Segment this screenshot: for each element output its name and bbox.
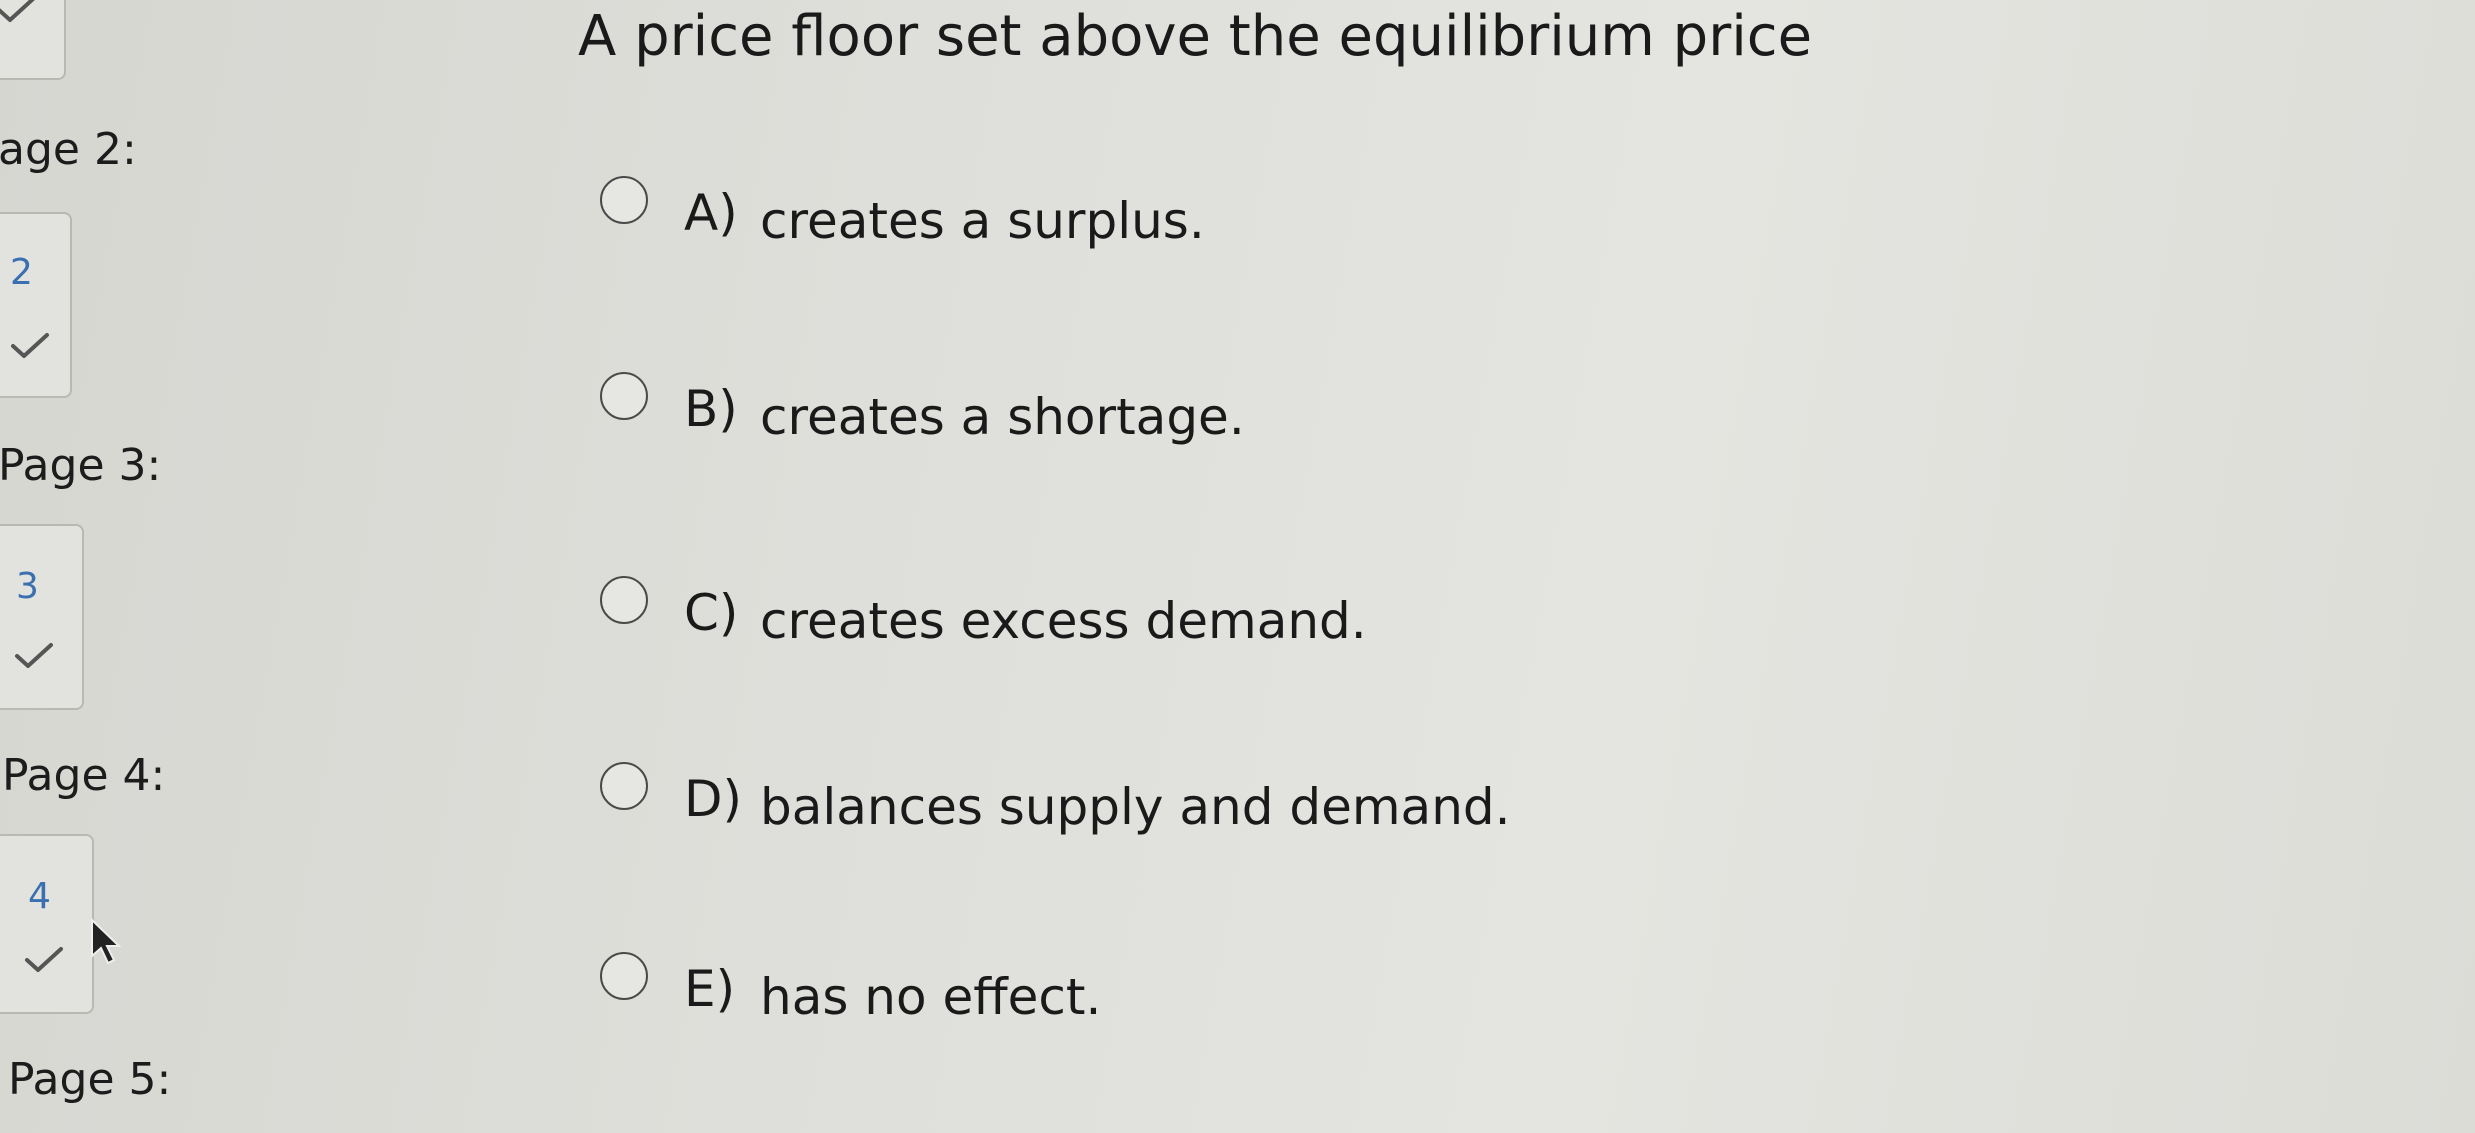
- option-letter: D): [684, 770, 743, 828]
- option-c[interactable]: C) creates excess demand.: [600, 576, 1367, 666]
- option-letter: C): [684, 584, 739, 642]
- option-text: creates a surplus.: [760, 192, 1205, 250]
- option-b[interactable]: B) creates a shortage.: [600, 372, 1320, 462]
- option-a[interactable]: A) creates a surplus.: [600, 176, 1320, 266]
- radio-button-c[interactable]: [600, 576, 648, 624]
- page-label-5: Page 5:: [8, 1054, 172, 1105]
- radio-button-b[interactable]: [600, 372, 648, 420]
- page-number-4: 4: [28, 876, 51, 917]
- radio-button-e[interactable]: [600, 952, 648, 1000]
- check-icon: [0, 0, 36, 24]
- page-nav-box-1[interactable]: [0, 0, 66, 80]
- page-number-3: 3: [16, 566, 39, 607]
- option-letter: A): [684, 184, 738, 242]
- option-text: creates excess demand.: [760, 592, 1367, 650]
- check-icon: [14, 642, 54, 670]
- page-nav-box-4[interactable]: 4: [0, 834, 94, 1014]
- mouse-cursor-icon: [88, 917, 124, 966]
- page-nav-box-2[interactable]: 2: [0, 212, 72, 398]
- option-letter: E): [684, 960, 736, 1018]
- radio-button-a[interactable]: [600, 176, 648, 224]
- check-icon: [24, 946, 64, 974]
- option-e[interactable]: E) has no effect.: [600, 952, 1280, 1042]
- page-label-3: Page 3:: [0, 440, 162, 491]
- page-number-2: 2: [10, 252, 33, 293]
- option-text: creates a shortage.: [760, 388, 1245, 446]
- page-nav-box-3[interactable]: 3: [0, 524, 84, 710]
- page-label-2: age 2:: [0, 124, 137, 175]
- check-icon: [10, 332, 50, 360]
- option-text: balances supply and demand.: [760, 778, 1511, 836]
- page-label-4: Page 4:: [2, 750, 166, 801]
- option-d[interactable]: D) balances supply and demand.: [600, 762, 1511, 852]
- question-text: A price floor set above the equilibrium …: [578, 4, 1813, 69]
- option-text: has no effect.: [760, 968, 1102, 1026]
- radio-button-d[interactable]: [600, 762, 648, 810]
- option-letter: B): [684, 380, 738, 438]
